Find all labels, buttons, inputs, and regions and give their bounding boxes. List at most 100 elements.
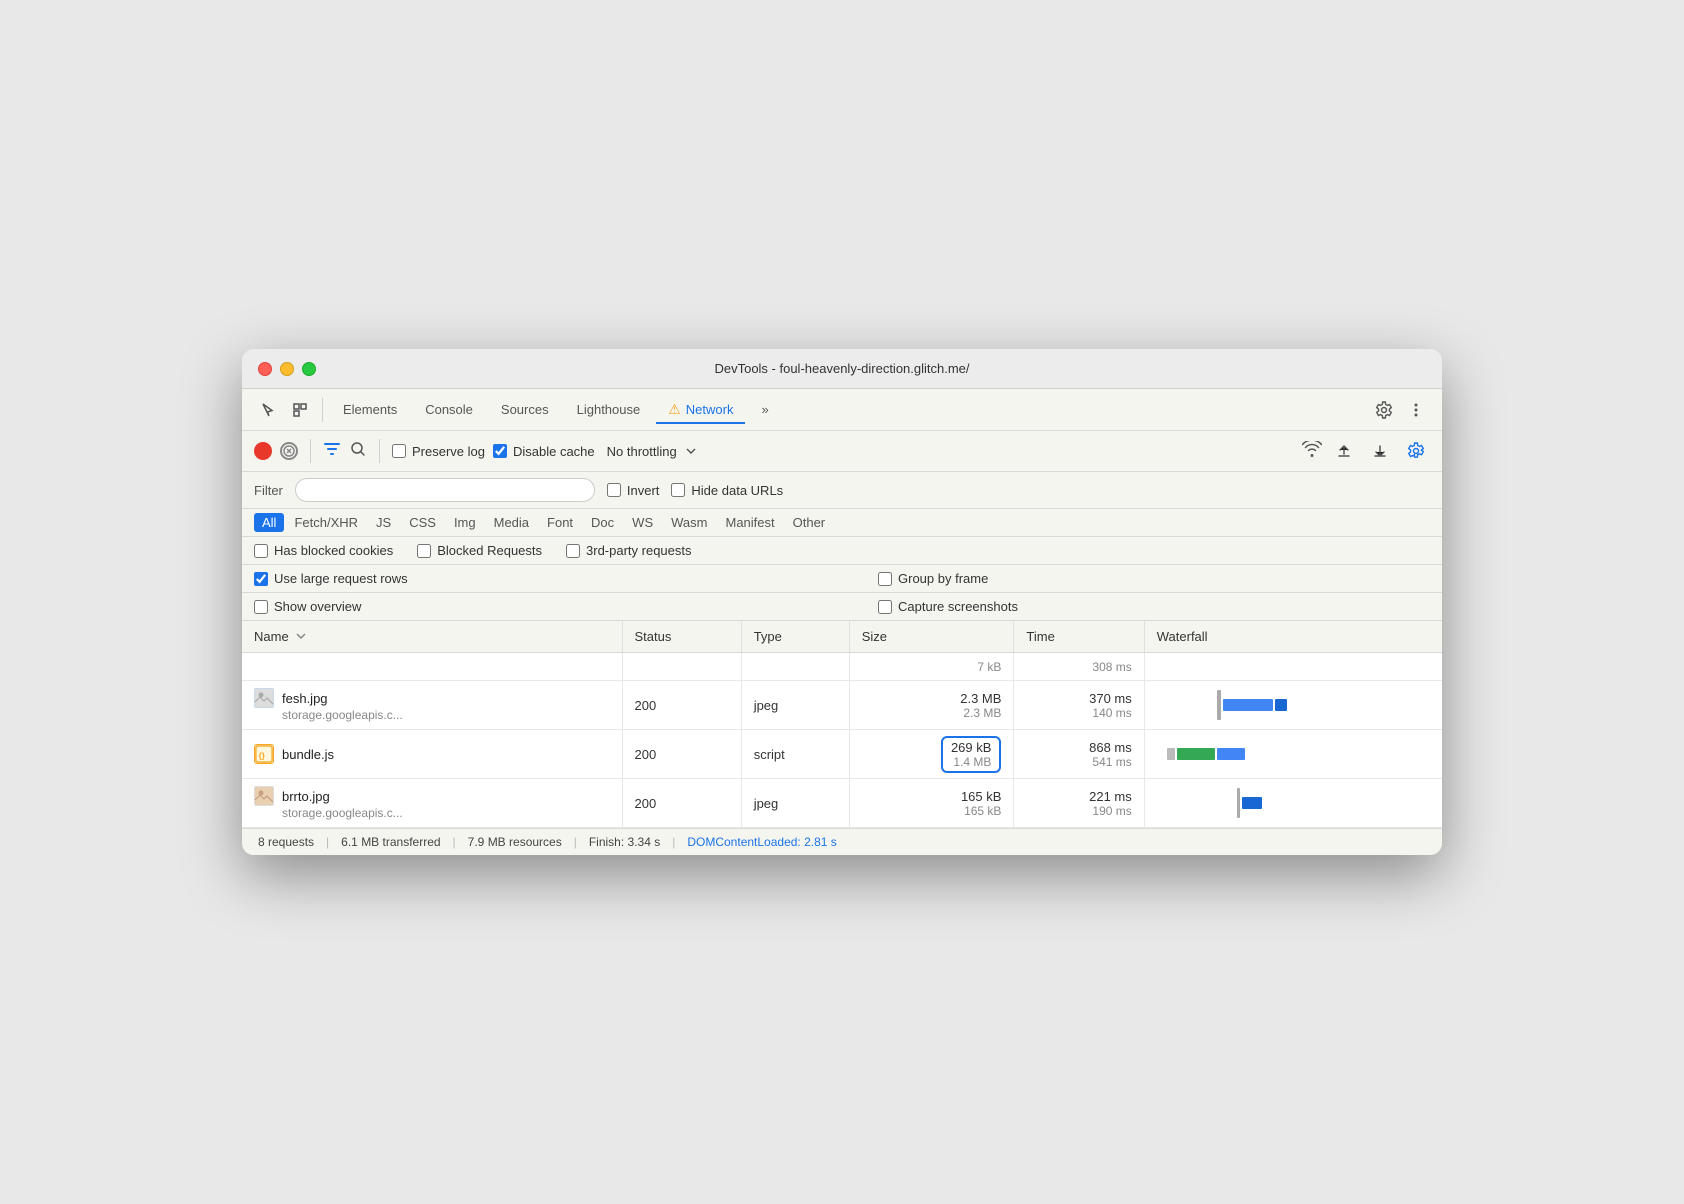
cursor-icon[interactable] <box>254 396 282 424</box>
type-filter-all[interactable]: All <box>254 513 284 532</box>
type-filter-font[interactable]: Font <box>539 513 581 532</box>
search-icon[interactable] <box>349 440 367 463</box>
traffic-lights <box>258 362 316 376</box>
type-filter-media[interactable]: Media <box>486 513 537 532</box>
row-waterfall <box>1144 779 1442 828</box>
table-row[interactable]: brrto.jpg storage.googleapis.c... 200 jp… <box>242 779 1442 828</box>
throttle-dropdown-icon[interactable] <box>685 445 697 457</box>
toolbar-divider-2 <box>310 439 311 463</box>
finish-time: Finish: 3.34 s <box>589 835 660 849</box>
preserve-log-label[interactable]: Preserve log <box>392 444 485 459</box>
window-title: DevTools - foul-heavenly-direction.glitc… <box>714 361 969 376</box>
invert-checkbox[interactable] <box>607 483 621 497</box>
table-row[interactable]: {} bundle.js 200 script 269 kB 1.4 MB <box>242 730 1442 779</box>
type-filter-other[interactable]: Other <box>785 513 834 532</box>
blocked-requests-label[interactable]: Blocked Requests <box>417 543 542 558</box>
row-waterfall-cell <box>1144 653 1442 681</box>
has-blocked-cookies-checkbox[interactable] <box>254 544 268 558</box>
hide-data-urls-checkbox[interactable] <box>671 483 685 497</box>
capture-screenshots-checkbox[interactable] <box>878 600 892 614</box>
wifi-icon <box>1302 441 1322 462</box>
row-type-cell <box>741 653 849 681</box>
type-filter-manifest[interactable]: Manifest <box>717 513 782 532</box>
row-status-cell <box>622 653 741 681</box>
type-filter-fetch[interactable]: Fetch/XHR <box>286 513 366 532</box>
header-name[interactable]: Name <box>242 621 622 653</box>
filter-label: Filter <box>254 483 283 498</box>
type-filter-doc[interactable]: Doc <box>583 513 622 532</box>
download-icon[interactable] <box>1366 437 1394 465</box>
header-waterfall[interactable]: Waterfall <box>1144 621 1442 653</box>
group-by-frame-checkbox[interactable] <box>878 572 892 586</box>
tab-lighthouse[interactable]: Lighthouse <box>565 396 653 423</box>
show-overview-label[interactable]: Show overview <box>254 599 654 614</box>
warning-icon: ⚠ <box>668 401 681 418</box>
filter-input[interactable] <box>295 478 595 502</box>
clear-button[interactable] <box>280 442 298 460</box>
inspect-icon[interactable] <box>286 396 314 424</box>
row-status: 200 <box>622 730 741 779</box>
checkboxes-row-2: Use large request rows Group by frame <box>242 565 1442 593</box>
type-filter-ws[interactable]: WS <box>624 513 661 532</box>
tab-elements[interactable]: Elements <box>331 396 409 423</box>
large-rows-checkbox[interactable] <box>254 572 268 586</box>
minimize-button[interactable] <box>280 362 294 376</box>
file-domain-2: storage.googleapis.c... <box>254 806 610 820</box>
js-file-icon: {} <box>254 744 274 764</box>
header-time[interactable]: Time <box>1014 621 1144 653</box>
svg-text:{}: {} <box>259 752 266 761</box>
row-size: 165 kB 165 kB <box>849 779 1014 828</box>
checkboxes-row-3: Show overview Capture screenshots <box>242 593 1442 621</box>
dom-content-loaded: DOMContentLoaded: 2.81 s <box>687 835 836 849</box>
upload-icon[interactable] <box>1330 437 1358 465</box>
tab-console[interactable]: Console <box>413 396 485 423</box>
third-party-label[interactable]: 3rd-party requests <box>566 543 692 558</box>
header-size[interactable]: Size <box>849 621 1014 653</box>
type-filter-css[interactable]: CSS <box>401 513 444 532</box>
toolbar-divider-1 <box>322 398 323 422</box>
no-throttling-text: No throttling <box>607 444 677 459</box>
more-options-icon[interactable] <box>1402 396 1430 424</box>
network-settings-icon[interactable] <box>1402 437 1430 465</box>
image-file-icon-2 <box>254 786 274 806</box>
type-filter-img[interactable]: Img <box>446 513 484 532</box>
row-name-cell: fesh.jpg storage.googleapis.c... <box>242 681 622 730</box>
third-party-checkbox[interactable] <box>566 544 580 558</box>
header-status[interactable]: Status <box>622 621 741 653</box>
record-button[interactable] <box>254 442 272 460</box>
maximize-button[interactable] <box>302 362 316 376</box>
row-status: 200 <box>622 681 741 730</box>
tab-more[interactable]: » <box>749 396 780 423</box>
table-row[interactable]: fesh.jpg storage.googleapis.c... 200 jpe… <box>242 681 1442 730</box>
network-table-container: Name Status Type Size Time Waterfall 7 k… <box>242 621 1442 828</box>
toolbar-divider-3 <box>379 439 380 463</box>
disable-cache-label[interactable]: Disable cache <box>493 444 595 459</box>
invert-label[interactable]: Invert <box>607 483 660 498</box>
show-overview-checkbox[interactable] <box>254 600 268 614</box>
hide-data-urls-label[interactable]: Hide data URLs <box>671 483 783 498</box>
row-name-cell <box>242 653 622 681</box>
row-size-cell: 7 kB <box>849 653 1014 681</box>
has-blocked-cookies-label[interactable]: Has blocked cookies <box>254 543 393 558</box>
close-button[interactable] <box>258 362 272 376</box>
tab-sources[interactable]: Sources <box>489 396 561 423</box>
preserve-log-checkbox[interactable] <box>392 444 406 458</box>
group-by-frame-label[interactable]: Group by frame <box>878 571 988 586</box>
table-header-row: Name Status Type Size Time Waterfall <box>242 621 1442 653</box>
file-domain: storage.googleapis.c... <box>254 708 610 722</box>
capture-screenshots-label[interactable]: Capture screenshots <box>878 599 1018 614</box>
filter-icon[interactable] <box>323 440 341 463</box>
filter-row: Filter Invert Hide data URLs <box>242 472 1442 509</box>
row-type: jpeg <box>741 779 849 828</box>
type-filter-js[interactable]: JS <box>368 513 399 532</box>
table-row[interactable]: 7 kB 308 ms <box>242 653 1442 681</box>
tab-network[interactable]: ⚠ Network <box>656 395 745 424</box>
blocked-requests-checkbox[interactable] <box>417 544 431 558</box>
row-name-cell: {} bundle.js <box>242 730 622 779</box>
image-file-icon <box>254 688 274 708</box>
large-rows-label[interactable]: Use large request rows <box>254 571 654 586</box>
settings-icon[interactable] <box>1370 396 1398 424</box>
type-filter-wasm[interactable]: Wasm <box>663 513 715 532</box>
disable-cache-checkbox[interactable] <box>493 444 507 458</box>
header-type[interactable]: Type <box>741 621 849 653</box>
